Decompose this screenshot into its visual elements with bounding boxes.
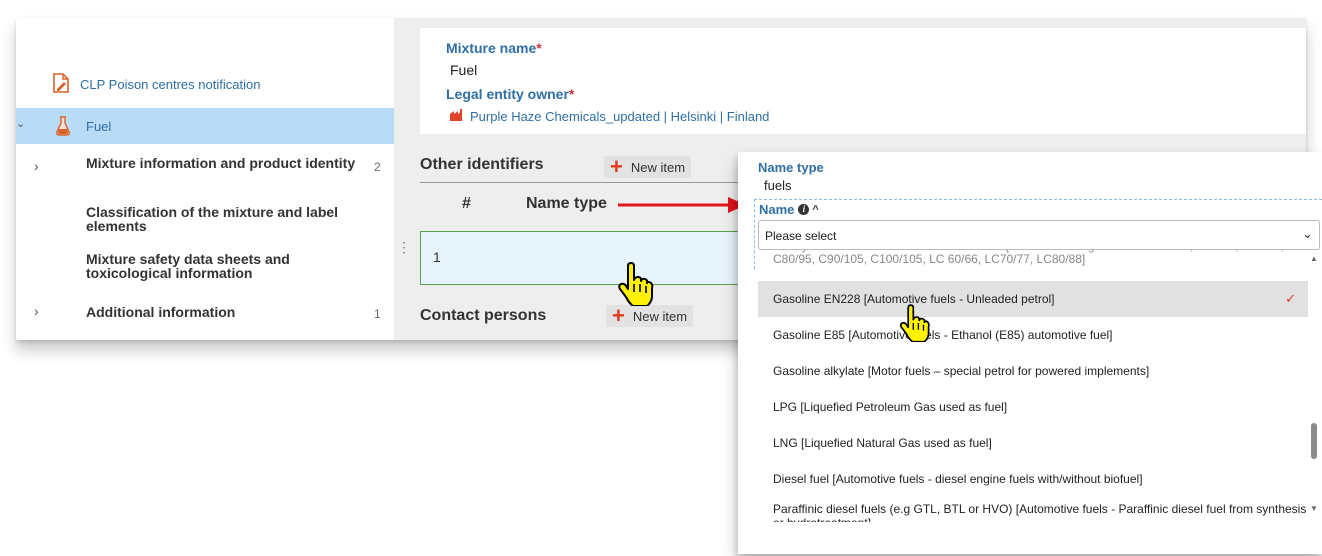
- tree-item-fuel-label: Fuel: [86, 119, 112, 134]
- plus-icon: +: [610, 154, 623, 179]
- other-identifiers-title: Other identifiers: [420, 156, 544, 173]
- edit-document-icon: [52, 72, 70, 96]
- options-list[interactable]: Ready mixed concrete-Standard Formula 2 …: [758, 250, 1320, 522]
- scroll-thumb[interactable]: [1311, 423, 1317, 459]
- tree-item-count: 1: [374, 307, 381, 321]
- option-label: Gasoline E85 [Automotive fuels - Ethanol…: [773, 328, 1113, 342]
- option-label: LPG [Liquefied Petroleum Gas used as fue…: [773, 400, 1008, 414]
- flask-icon: [56, 116, 70, 139]
- options-scrollbar[interactable]: ▲ ▼: [1308, 250, 1320, 522]
- drag-handle-icon[interactable]: ⋮: [397, 240, 411, 254]
- list-item[interactable]: Ready mixed concrete-Standard Formula 2 …: [758, 250, 1308, 268]
- tree-item-count: 2: [374, 160, 381, 174]
- legal-entity-link[interactable]: Purple Haze Chemicals_updated | Helsinki…: [450, 109, 769, 124]
- option-label: Gasoline alkylate [Motor fuels – special…: [773, 364, 1150, 378]
- option-label: LNG [Liquefied Natural Gas used as fuel]: [773, 436, 992, 450]
- table-row[interactable]: 1: [420, 231, 750, 285]
- table-header-divider: [420, 182, 750, 183]
- mixture-name-value: Fuel: [450, 62, 478, 78]
- hand-pointer-icon: [898, 304, 932, 345]
- navigation-tree: CLP Poison centres notification ⌄ Fuel ›…: [16, 18, 394, 340]
- list-item[interactable]: LNG [Liquefied Natural Gas used as fuel]: [758, 425, 1308, 461]
- contact-persons-title: Contact persons: [420, 307, 547, 324]
- column-header-number: #: [462, 195, 471, 212]
- tree-item-additional-information[interactable]: Additional information: [86, 305, 366, 319]
- chevron-up-icon[interactable]: ^: [812, 204, 818, 216]
- scroll-up-icon[interactable]: ▲: [1310, 254, 1318, 263]
- name-dropdown-popup: Name type fuels Name i ^ Please select ⌄…: [738, 152, 1322, 554]
- name-select[interactable]: Please select ⌄: [758, 220, 1320, 250]
- panel-splitter[interactable]: ⋮: [394, 18, 411, 340]
- option-label: Ready mixed concrete-Standard Formula 2 …: [773, 250, 1284, 266]
- list-item-selected[interactable]: Gasoline EN228 [Automotive fuels - Unlea…: [758, 281, 1308, 317]
- chevron-down-icon[interactable]: ⌄: [16, 117, 25, 130]
- scroll-down-icon[interactable]: ▼: [1310, 504, 1318, 513]
- tree-item-fuel[interactable]: ⌄ Fuel: [16, 108, 394, 144]
- name-type-label: Name type: [758, 160, 824, 175]
- legal-entity-label: Legal entity owner*: [446, 86, 575, 102]
- name-label: Name i ^: [759, 202, 819, 217]
- row-number: 1: [433, 249, 441, 265]
- annotation-arrow: [618, 196, 748, 217]
- info-icon[interactable]: i: [798, 204, 810, 215]
- tree-item-safety-data-sheets[interactable]: Mixture safety data sheets and toxicolog…: [86, 252, 366, 280]
- tree-item-mixture-information[interactable]: Mixture information and product identity: [86, 156, 366, 170]
- list-item[interactable]: Paraffinic diesel fuels (e.g GTL, BTL or…: [758, 496, 1308, 522]
- checkmark-icon: ✓: [1285, 291, 1296, 306]
- chevron-right-icon[interactable]: ›: [34, 158, 39, 174]
- tree-root-node[interactable]: CLP Poison centres notification: [52, 72, 261, 96]
- hand-pointer-icon: [616, 262, 656, 309]
- new-identifier-button[interactable]: + New item: [604, 154, 692, 179]
- legal-entity-value: Purple Haze Chemicals_updated | Helsinki…: [470, 109, 770, 124]
- option-label: Paraffinic diesel fuels (e.g GTL, BTL or…: [773, 502, 1307, 522]
- chevron-right-icon[interactable]: ›: [34, 303, 39, 319]
- list-item[interactable]: LPG [Liquefied Petroleum Gas used as fue…: [758, 389, 1308, 425]
- tree-item-classification[interactable]: Classification of the mixture and label …: [86, 205, 366, 233]
- mixture-name-label: Mixture name*: [446, 40, 542, 56]
- factory-icon: [450, 109, 464, 124]
- select-placeholder: Please select: [765, 229, 837, 243]
- column-header-name-type[interactable]: Name type: [526, 195, 607, 213]
- option-label: Diesel fuel [Automotive fuels - diesel e…: [773, 472, 1143, 486]
- list-item[interactable]: Gasoline E85 [Automotive fuels - Ethanol…: [758, 317, 1308, 353]
- tree-root-label: CLP Poison centres notification: [80, 76, 261, 92]
- chevron-down-icon[interactable]: ⌄: [1302, 226, 1313, 242]
- name-type-value: fuels: [764, 178, 792, 193]
- new-item-label: New item: [630, 159, 686, 175]
- list-item[interactable]: Gasoline alkylate [Motor fuels – special…: [758, 353, 1308, 389]
- list-item[interactable]: Diesel fuel [Automotive fuels - diesel e…: [758, 461, 1308, 497]
- new-item-label: New item: [632, 308, 688, 324]
